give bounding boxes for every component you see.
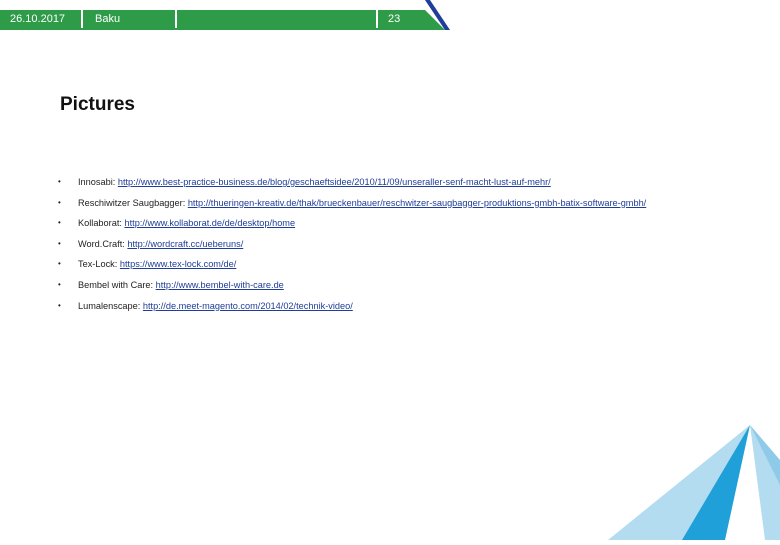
item-link[interactable]: http://www.kollaborat.de/de/desktop/home [124, 218, 295, 228]
item-label: Kollaborat: [78, 218, 125, 229]
item-link[interactable]: http://de.meet-magento.com/2014/02/techn… [143, 301, 353, 311]
bullet: • [58, 238, 61, 248]
bullet: • [58, 177, 61, 186]
item-link[interactable]: http://wordcraft.cc/ueberuns/ [127, 239, 243, 249]
header-green-band [0, 10, 445, 30]
item-link[interactable]: http://thueringen-kreativ.de/thak/brueck… [188, 198, 646, 208]
triangle-right-light [750, 425, 780, 540]
decorative-triangle-logo [600, 420, 780, 540]
header-date: 26.10.2017 [10, 13, 66, 25]
bullet: • [58, 259, 61, 269]
item-label: Word.Craft: [78, 238, 128, 249]
header-location: Baku [95, 13, 121, 25]
bullet: • [58, 300, 61, 310]
item-label: Bembel with Care: [78, 279, 156, 290]
page-number: 23 [388, 13, 401, 25]
bullet: • [58, 197, 61, 207]
item-label: Tex-Lock: [78, 259, 120, 270]
item-label: Lumalenscape: [78, 300, 143, 311]
item-link[interactable]: https://www.tex-lock.com/de/ [120, 259, 236, 269]
page-title: Pictures [60, 94, 135, 115]
item-label: Innosabi: [78, 177, 118, 187]
header-bar: 26.10.2017 Baku 23 [0, 0, 780, 30]
bullet: • [58, 279, 61, 289]
bullet: • [58, 218, 61, 228]
item-link[interactable]: http://www.best-practice-business.de/blo… [118, 177, 551, 187]
item-label: Reschiwitzer Saugbagger: [78, 197, 188, 208]
item-link[interactable]: http://www.bembel-with-care.de [156, 280, 284, 290]
